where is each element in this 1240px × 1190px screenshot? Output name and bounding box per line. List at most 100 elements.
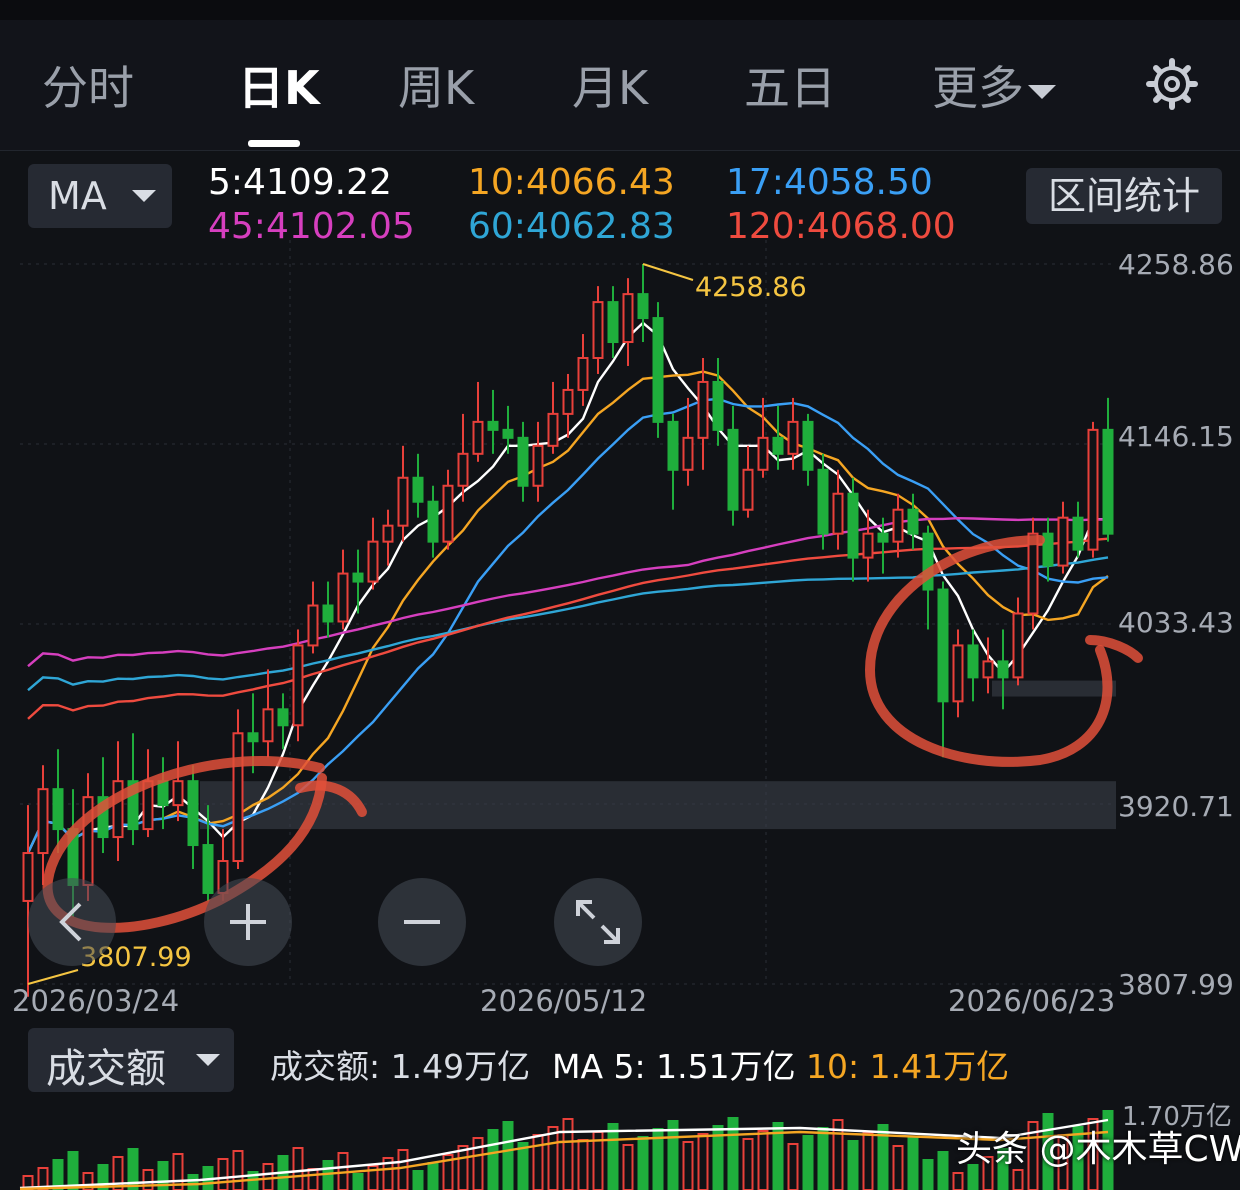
candle-body	[37, 788, 49, 855]
candle-body	[937, 588, 949, 703]
volume-bar	[457, 1145, 469, 1190]
ma5-value: 5:4109.22	[208, 162, 392, 203]
volume-bar	[412, 1170, 424, 1190]
candle-body	[997, 660, 1009, 679]
candle-body	[802, 420, 814, 471]
price-axis-label: 4033.43	[1118, 606, 1234, 639]
support-zone	[992, 680, 1116, 697]
candle-body	[817, 468, 829, 535]
candle-body	[262, 708, 274, 743]
volume-bar	[1012, 1169, 1024, 1190]
volume-current: 成交额: 1.49万亿	[270, 1047, 531, 1086]
tab-monthly-k[interactable]: 月K	[572, 60, 648, 116]
volume-bar	[232, 1150, 244, 1190]
candle-body	[382, 524, 394, 543]
volume-bar	[67, 1151, 79, 1190]
status-bar	[0, 0, 1240, 20]
candle-body	[352, 572, 364, 583]
tab-five-day[interactable]: 五日	[744, 60, 836, 116]
candle-body	[472, 420, 484, 455]
plus-icon	[230, 904, 266, 940]
candle-body	[247, 732, 259, 743]
volume-bar	[922, 1159, 934, 1190]
candle-body	[187, 780, 199, 847]
candle-body	[277, 708, 289, 727]
gear-icon[interactable]	[1146, 58, 1198, 110]
volume-bar	[892, 1145, 904, 1190]
candle-body	[337, 572, 349, 623]
volume-bar	[577, 1139, 589, 1190]
volume-bar	[532, 1134, 544, 1190]
price-axis-label: 3920.71	[1118, 790, 1234, 823]
volume-bar	[952, 1172, 964, 1190]
candle-body	[427, 500, 439, 543]
candle-body	[907, 508, 919, 535]
volume-bar	[742, 1138, 754, 1190]
volume-bar	[397, 1149, 409, 1190]
volume-ma10: 10: 1.41万亿	[806, 1047, 1010, 1086]
candle-body	[832, 492, 844, 535]
tab-weekly-k[interactable]: 周K	[398, 60, 474, 116]
candle-body	[52, 788, 64, 831]
date-axis-label: 2026/06/23	[948, 984, 1116, 1018]
candle-body	[697, 380, 709, 439]
tab-daily-k[interactable]: 日K	[238, 60, 320, 116]
indicator-label: MA	[48, 174, 107, 218]
candle-body	[487, 420, 499, 431]
candle-body	[397, 476, 409, 527]
candle-body	[1087, 428, 1099, 551]
chevron-down-icon	[132, 190, 156, 202]
tab-more[interactable]: 更多	[932, 60, 1056, 116]
volume-bar	[802, 1135, 814, 1190]
volume-bar	[907, 1137, 919, 1190]
candle-body	[367, 540, 379, 583]
volume-bar	[142, 1169, 154, 1190]
ma10-value: 10:4066.43	[468, 162, 675, 203]
zoom-in-button[interactable]	[204, 878, 292, 966]
candle-body	[952, 644, 964, 703]
fullscreen-button[interactable]	[554, 878, 642, 966]
candle-body	[157, 780, 169, 807]
high-marker-line	[642, 263, 694, 281]
indicator-select[interactable]: MA	[28, 164, 172, 228]
volume-bar	[847, 1140, 859, 1190]
candle-body	[442, 484, 454, 543]
zoom-out-button[interactable]	[378, 878, 466, 966]
candle-body	[112, 780, 124, 839]
volume-bar	[352, 1173, 364, 1190]
candle-body	[862, 532, 874, 559]
volume-indicator-select[interactable]: 成交额	[28, 1028, 234, 1092]
volume-bar	[682, 1141, 694, 1190]
expand-icon	[576, 900, 620, 944]
volume-bar	[217, 1158, 229, 1190]
candle-body	[652, 317, 664, 423]
candle-body	[607, 301, 619, 344]
candle-body	[1102, 428, 1114, 535]
candle-body	[292, 644, 304, 727]
date-axis-label: 2026/03/24	[12, 984, 180, 1018]
candle-body	[1027, 532, 1039, 615]
range-stats-button[interactable]: 区间统计	[1026, 168, 1222, 224]
candle-body	[682, 436, 694, 471]
tab-intraday[interactable]: 分时	[42, 60, 134, 116]
volume-bar	[637, 1136, 649, 1190]
candle-body	[232, 732, 244, 863]
candle-body	[172, 780, 184, 807]
period-tabs: 分时 日K 周K 月K 五日 更多	[0, 20, 1240, 151]
volume-bar	[757, 1130, 769, 1190]
candle-body	[667, 420, 679, 471]
volume-bar	[427, 1162, 439, 1190]
ma17-value: 17:4058.50	[726, 162, 933, 203]
candle-body	[877, 532, 889, 543]
volume-bar	[817, 1127, 829, 1190]
volume-bar	[547, 1126, 559, 1190]
volume-ma5: MA 5: 1.51万亿	[552, 1047, 796, 1086]
chevron-down-icon	[196, 1054, 220, 1066]
scroll-left-button[interactable]	[28, 878, 116, 966]
candle-body	[772, 436, 784, 455]
volume-bar	[322, 1160, 334, 1190]
price-axis-label: 4146.15	[1118, 420, 1234, 453]
price-axis-label: 3807.99	[1118, 968, 1234, 1001]
volume-bar	[187, 1174, 199, 1190]
candle-body	[1012, 612, 1024, 679]
